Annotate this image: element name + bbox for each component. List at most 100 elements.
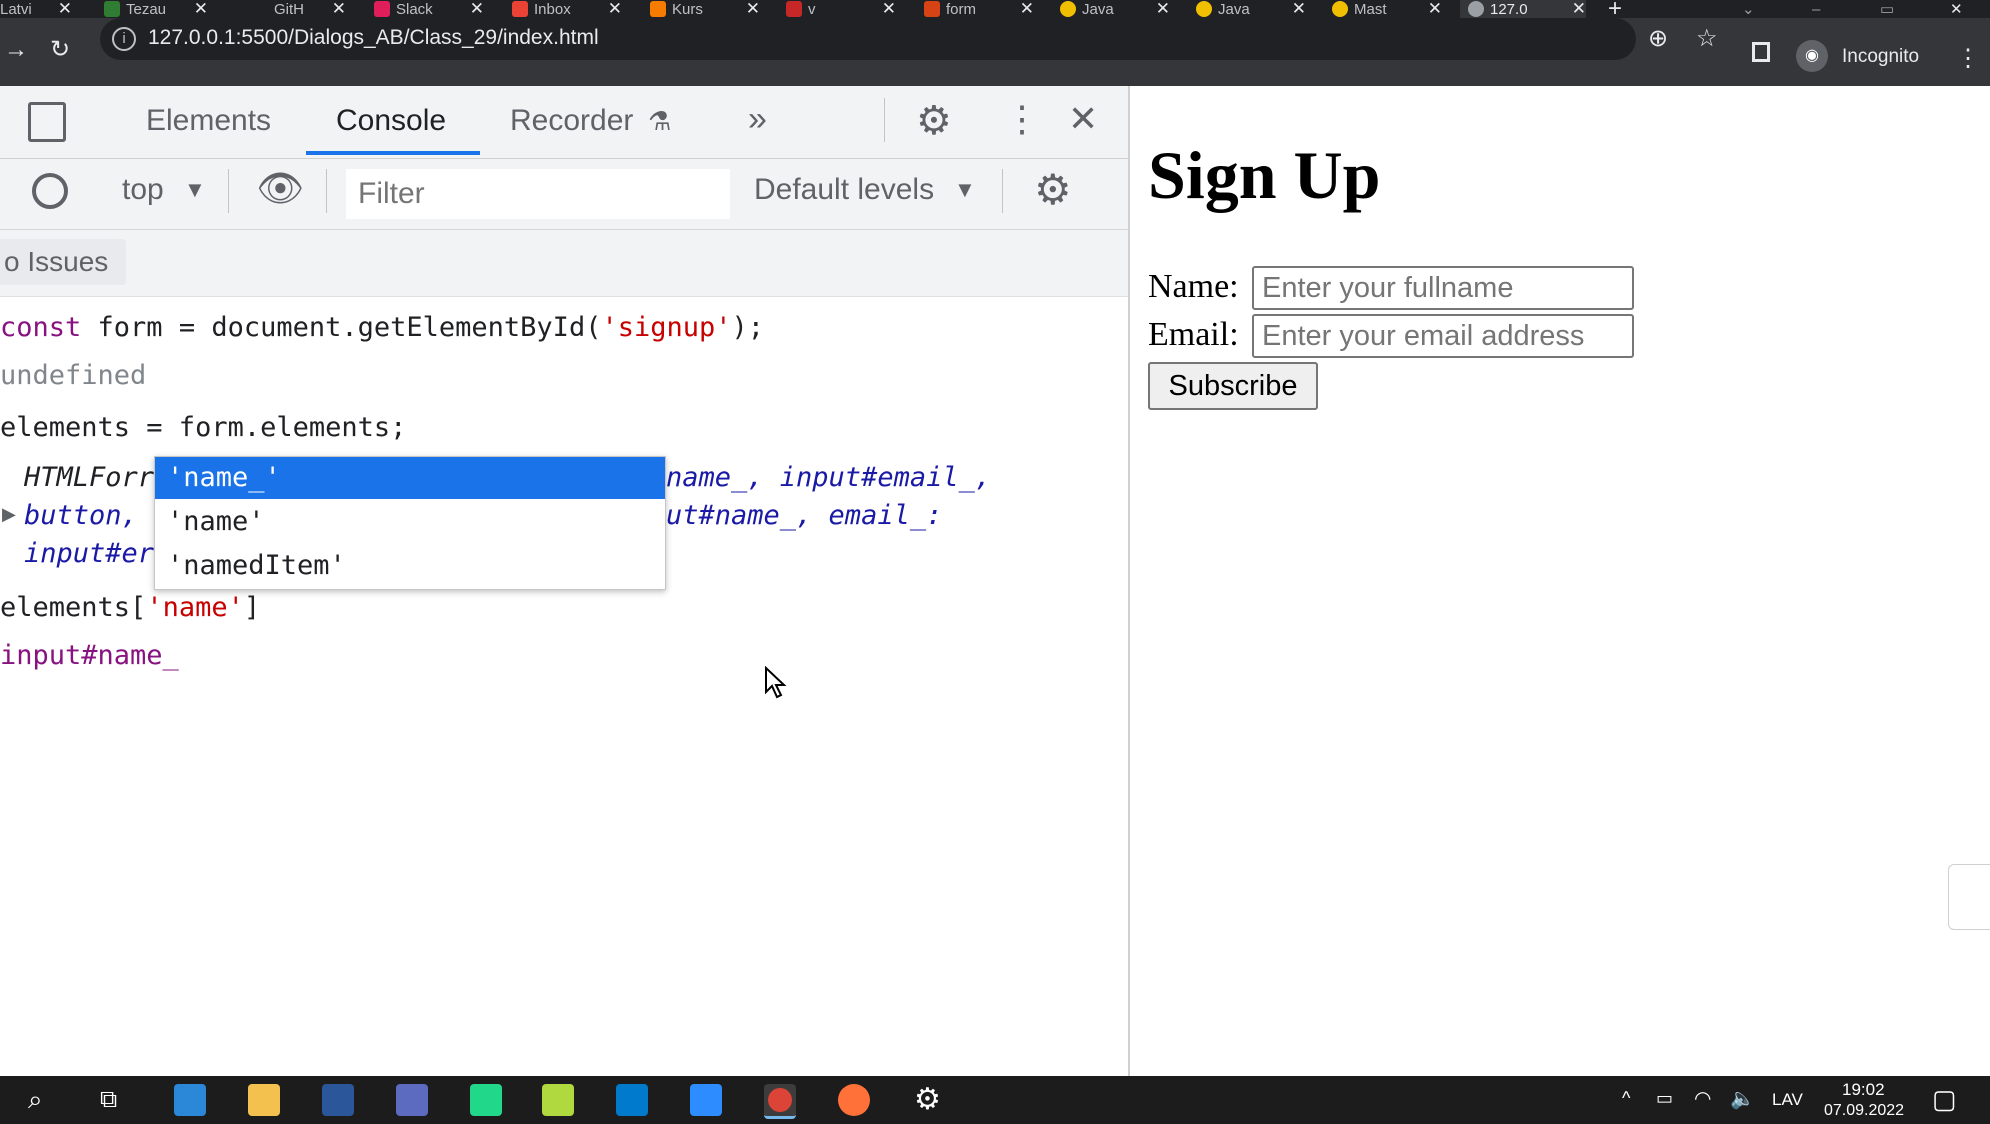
tab-console[interactable]: Console <box>336 104 446 138</box>
notifications-icon[interactable]: ▢ <box>1932 1084 1957 1115</box>
filter-input[interactable] <box>346 169 730 219</box>
device-toggle-icon[interactable] <box>28 102 66 142</box>
url-text[interactable]: 127.0.0.1:5500/Dialogs_AB/Class_29/index… <box>148 26 599 50</box>
forward-icon[interactable]: → <box>4 38 28 62</box>
clock-time[interactable]: 19:02 <box>1842 1080 1885 1100</box>
close-icon[interactable]: ✕ <box>608 0 622 19</box>
browser-tab[interactable]: Slack ✕ <box>374 0 484 18</box>
window-close-icon[interactable]: ✕ <box>1950 0 1970 18</box>
close-icon[interactable]: ✕ <box>882 0 896 19</box>
settings-icon[interactable]: ⚙ <box>914 1082 941 1117</box>
clear-console-icon[interactable] <box>32 173 68 209</box>
app-icon[interactable] <box>396 1084 428 1116</box>
firefox-icon[interactable] <box>838 1084 870 1116</box>
close-icon[interactable]: ✕ <box>1020 0 1034 19</box>
incognito-label[interactable]: Incognito <box>1842 46 1919 68</box>
divider <box>884 98 885 142</box>
close-icon[interactable]: ✕ <box>746 0 760 19</box>
zoom-icon[interactable]: ⊕ <box>1648 24 1668 53</box>
browser-tab[interactable]: Latvi ✕ <box>0 0 72 18</box>
settings-gear-icon[interactable]: ⚙ <box>916 98 952 144</box>
browser-tab[interactable]: Inbox ✕ <box>512 0 622 18</box>
wifi-icon[interactable]: ◠ <box>1694 1086 1711 1111</box>
chevron-up-icon[interactable]: ^ <box>1622 1088 1630 1109</box>
autocomplete-item[interactable]: 'namedItem' <box>155 545 665 587</box>
battery-icon[interactable]: ▭ <box>1656 1088 1673 1109</box>
file-explorer-icon[interactable] <box>248 1084 280 1116</box>
browser-tab[interactable]: form ✕ <box>924 0 1034 18</box>
tab-label: Latvi <box>0 0 32 18</box>
outlook-icon[interactable] <box>174 1084 206 1116</box>
menu-kebab-icon[interactable]: ⋮ <box>1956 44 1980 73</box>
pycharm-icon[interactable] <box>542 1084 574 1116</box>
browser-tab[interactable]: Java ✕ <box>1060 0 1170 18</box>
autocomplete-item-selected[interactable]: 'name_' <box>155 457 665 499</box>
browser-tab[interactable]: Kurs ✕ <box>650 0 760 18</box>
gmail-icon <box>512 1 528 17</box>
console-settings-gear-icon[interactable]: ⚙ <box>1034 165 1072 214</box>
expand-triangle-icon[interactable]: ▶ <box>2 504 16 525</box>
autocomplete-item[interactable]: 'name' <box>155 501 665 543</box>
log-levels-dropdown[interactable]: Default levels <box>754 173 934 207</box>
divider <box>326 169 327 213</box>
tab-recorder[interactable]: Recorder <box>510 104 633 138</box>
string-literal: 'name' <box>146 592 244 623</box>
side-panel-icon[interactable] <box>1752 42 1770 62</box>
eye-icon[interactable]: 👁 <box>256 167 304 211</box>
console-output-text: HTMLForr <box>24 462 155 493</box>
chevron-down-icon[interactable]: ▼ <box>954 177 976 203</box>
autocomplete-popup: 'name_' 'name' 'namedItem' <box>154 456 666 590</box>
task-view-icon[interactable]: ⧉ <box>100 1086 117 1114</box>
incognito-icon[interactable]: ◉ <box>1796 40 1828 72</box>
restore-icon[interactable]: ▭ <box>1880 0 1900 18</box>
browser-tab[interactable]: Mast ✕ <box>1332 0 1442 18</box>
issues-button[interactable]: o Issues <box>0 239 127 285</box>
string-literal: 'signup' <box>601 312 732 343</box>
tab-search-icon[interactable]: ⌄ <box>1742 0 1762 18</box>
vscode-icon[interactable] <box>616 1084 648 1116</box>
close-icon[interactable]: ✕ <box>470 0 484 19</box>
chrome-logo-icon <box>768 1088 792 1112</box>
tab-label: Tezau <box>126 0 167 18</box>
volume-icon[interactable]: 🔈 <box>1730 1086 1755 1111</box>
reload-icon[interactable]: ↻ <box>50 38 70 62</box>
chevron-down-icon[interactable]: ▼ <box>184 177 206 203</box>
zoom-app-icon[interactable] <box>690 1084 722 1116</box>
address-bar[interactable]: i 127.0.0.1:5500/Dialogs_AB/Class_29/ind… <box>100 18 1718 60</box>
browser-tab[interactable]: v ✕ <box>786 0 896 18</box>
word-icon[interactable] <box>322 1084 354 1116</box>
webstorm-icon[interactable] <box>470 1084 502 1116</box>
side-handle[interactable] <box>1948 864 1990 930</box>
new-tab-icon[interactable]: + <box>1608 0 1634 22</box>
tab-strip: Latvi ✕ Tezau ✕ GitH ✕ Slack ✕ Inbox ✕ K… <box>0 0 1990 22</box>
clock-date[interactable]: 07.09.2022 <box>1824 1102 1904 1120</box>
mouse-cursor-icon <box>765 666 787 699</box>
browser-tab[interactable]: Tezau ✕ <box>104 0 208 18</box>
info-icon[interactable]: i <box>112 27 136 51</box>
close-icon[interactable]: ✕ <box>194 0 208 19</box>
tab-elements[interactable]: Elements <box>146 104 271 138</box>
close-icon[interactable]: ✕ <box>1292 0 1306 19</box>
search-icon[interactable]: ⌕ <box>28 1084 43 1116</box>
browser-tab[interactable]: Java ✕ <box>1196 0 1306 18</box>
close-icon[interactable]: ✕ <box>58 0 72 19</box>
close-icon[interactable]: ✕ <box>1156 0 1170 19</box>
more-tabs-icon[interactable]: » <box>748 100 767 139</box>
devtools-menu-icon[interactable]: ⋮ <box>1004 98 1040 140</box>
code-text: ); <box>731 312 765 343</box>
language-indicator[interactable]: LAV <box>1772 1090 1803 1110</box>
context-selector[interactable]: top <box>122 173 164 207</box>
tab-label: v <box>808 0 816 18</box>
close-icon[interactable]: ✕ <box>1428 0 1442 19</box>
browser-tab-active[interactable]: 127.0 ✕ <box>1460 0 1586 18</box>
minimize-icon[interactable]: – <box>1812 0 1832 18</box>
name-input[interactable]: Enter your fullname <box>1252 266 1634 310</box>
js-icon <box>1196 1 1212 17</box>
subscribe-button[interactable]: Subscribe <box>1148 362 1318 410</box>
close-devtools-icon[interactable]: ✕ <box>1068 98 1098 140</box>
bookmark-star-icon[interactable]: ☆ <box>1696 24 1718 53</box>
email-input[interactable]: Enter your email address <box>1252 314 1634 358</box>
close-icon[interactable]: ✕ <box>1572 0 1586 19</box>
close-icon[interactable]: ✕ <box>332 0 346 19</box>
browser-tab[interactable]: GitH ✕ <box>240 0 346 18</box>
